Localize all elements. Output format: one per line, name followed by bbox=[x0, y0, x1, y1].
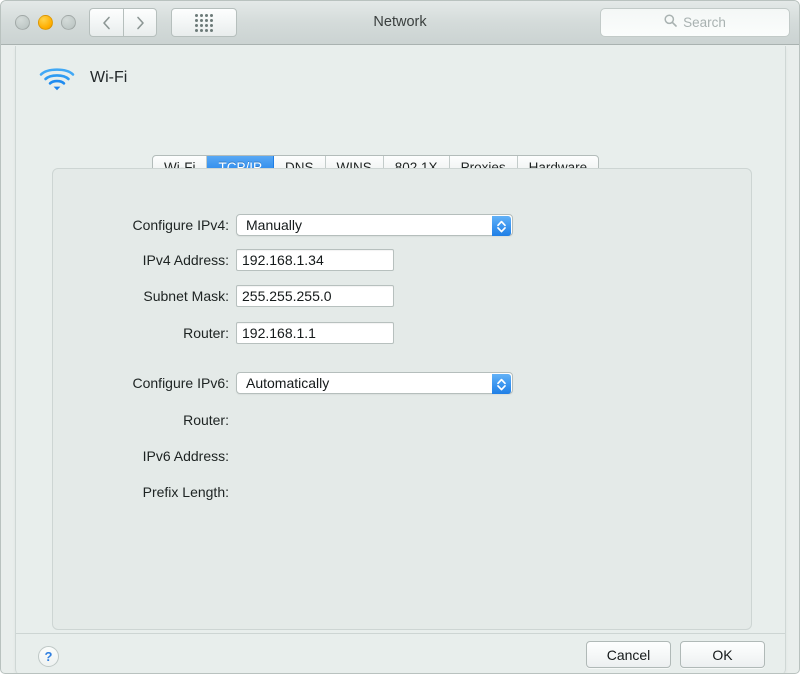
chevron-up-down-icon bbox=[492, 216, 511, 236]
ok-button[interactable]: OK bbox=[680, 641, 765, 668]
subnet-mask-label: Subnet Mask: bbox=[53, 288, 236, 304]
ipv4-address-input[interactable]: 192.168.1.34 bbox=[236, 249, 394, 271]
ipv4-router-input[interactable]: 192.168.1.1 bbox=[236, 322, 394, 344]
service-name: Wi-Fi bbox=[90, 69, 127, 87]
help-button[interactable]: ? bbox=[38, 646, 59, 667]
ipv4-address-label: IPv4 Address: bbox=[53, 252, 236, 268]
tcpip-settings-panel: Configure IPv4: Manually IPv4 Address: bbox=[52, 168, 752, 630]
prefix-length-label: Prefix Length: bbox=[53, 484, 236, 500]
row-subnet-mask: Subnet Mask: 255.255.255.0 bbox=[53, 283, 394, 309]
configure-ipv6-label: Configure IPv6: bbox=[53, 375, 236, 391]
ipv6-address-label: IPv6 Address: bbox=[53, 448, 236, 464]
tcpip-configuration-sheet: Wi-Fi Wi-Fi TCP/IP DNS WINS 802.1X Proxi… bbox=[15, 46, 786, 674]
prefix-length-value bbox=[236, 481, 394, 503]
search-placeholder: Search bbox=[683, 15, 726, 30]
window-titlebar: Network Search bbox=[1, 1, 799, 45]
chevron-up-down-icon bbox=[492, 374, 511, 394]
subnet-mask-input[interactable]: 255.255.255.0 bbox=[236, 285, 394, 307]
row-configure-ipv6: Configure IPv6: Automatically bbox=[53, 370, 513, 396]
search-field[interactable]: Search bbox=[600, 8, 790, 37]
row-ipv4-router: Router: 192.168.1.1 bbox=[53, 320, 394, 346]
ipv6-router-value bbox=[236, 409, 394, 431]
ipv6-address-value bbox=[236, 445, 394, 467]
row-ipv6-router: Router: bbox=[53, 407, 394, 433]
row-ipv4-address: IPv4 Address: 192.168.1.34 bbox=[53, 247, 394, 273]
wifi-icon bbox=[38, 64, 76, 92]
row-prefix-length: Prefix Length: bbox=[53, 479, 394, 505]
configure-ipv6-value: Automatically bbox=[237, 375, 329, 391]
service-header: Wi-Fi bbox=[38, 64, 127, 92]
configure-ipv4-value: Manually bbox=[237, 217, 302, 233]
configure-ipv4-popup[interactable]: Manually bbox=[236, 214, 513, 236]
network-preferences-window: Network Search Wi-Fi bbox=[0, 0, 800, 674]
ipv4-router-label: Router: bbox=[53, 325, 236, 341]
row-configure-ipv4: Configure IPv4: Manually bbox=[53, 212, 513, 238]
search-icon bbox=[664, 14, 677, 32]
cancel-button[interactable]: Cancel bbox=[586, 641, 671, 668]
footer-divider bbox=[16, 633, 785, 634]
row-ipv6-address: IPv6 Address: bbox=[53, 443, 394, 469]
configure-ipv6-popup[interactable]: Automatically bbox=[236, 372, 513, 394]
ipv6-router-label: Router: bbox=[53, 412, 236, 428]
configure-ipv4-label: Configure IPv4: bbox=[53, 217, 236, 233]
